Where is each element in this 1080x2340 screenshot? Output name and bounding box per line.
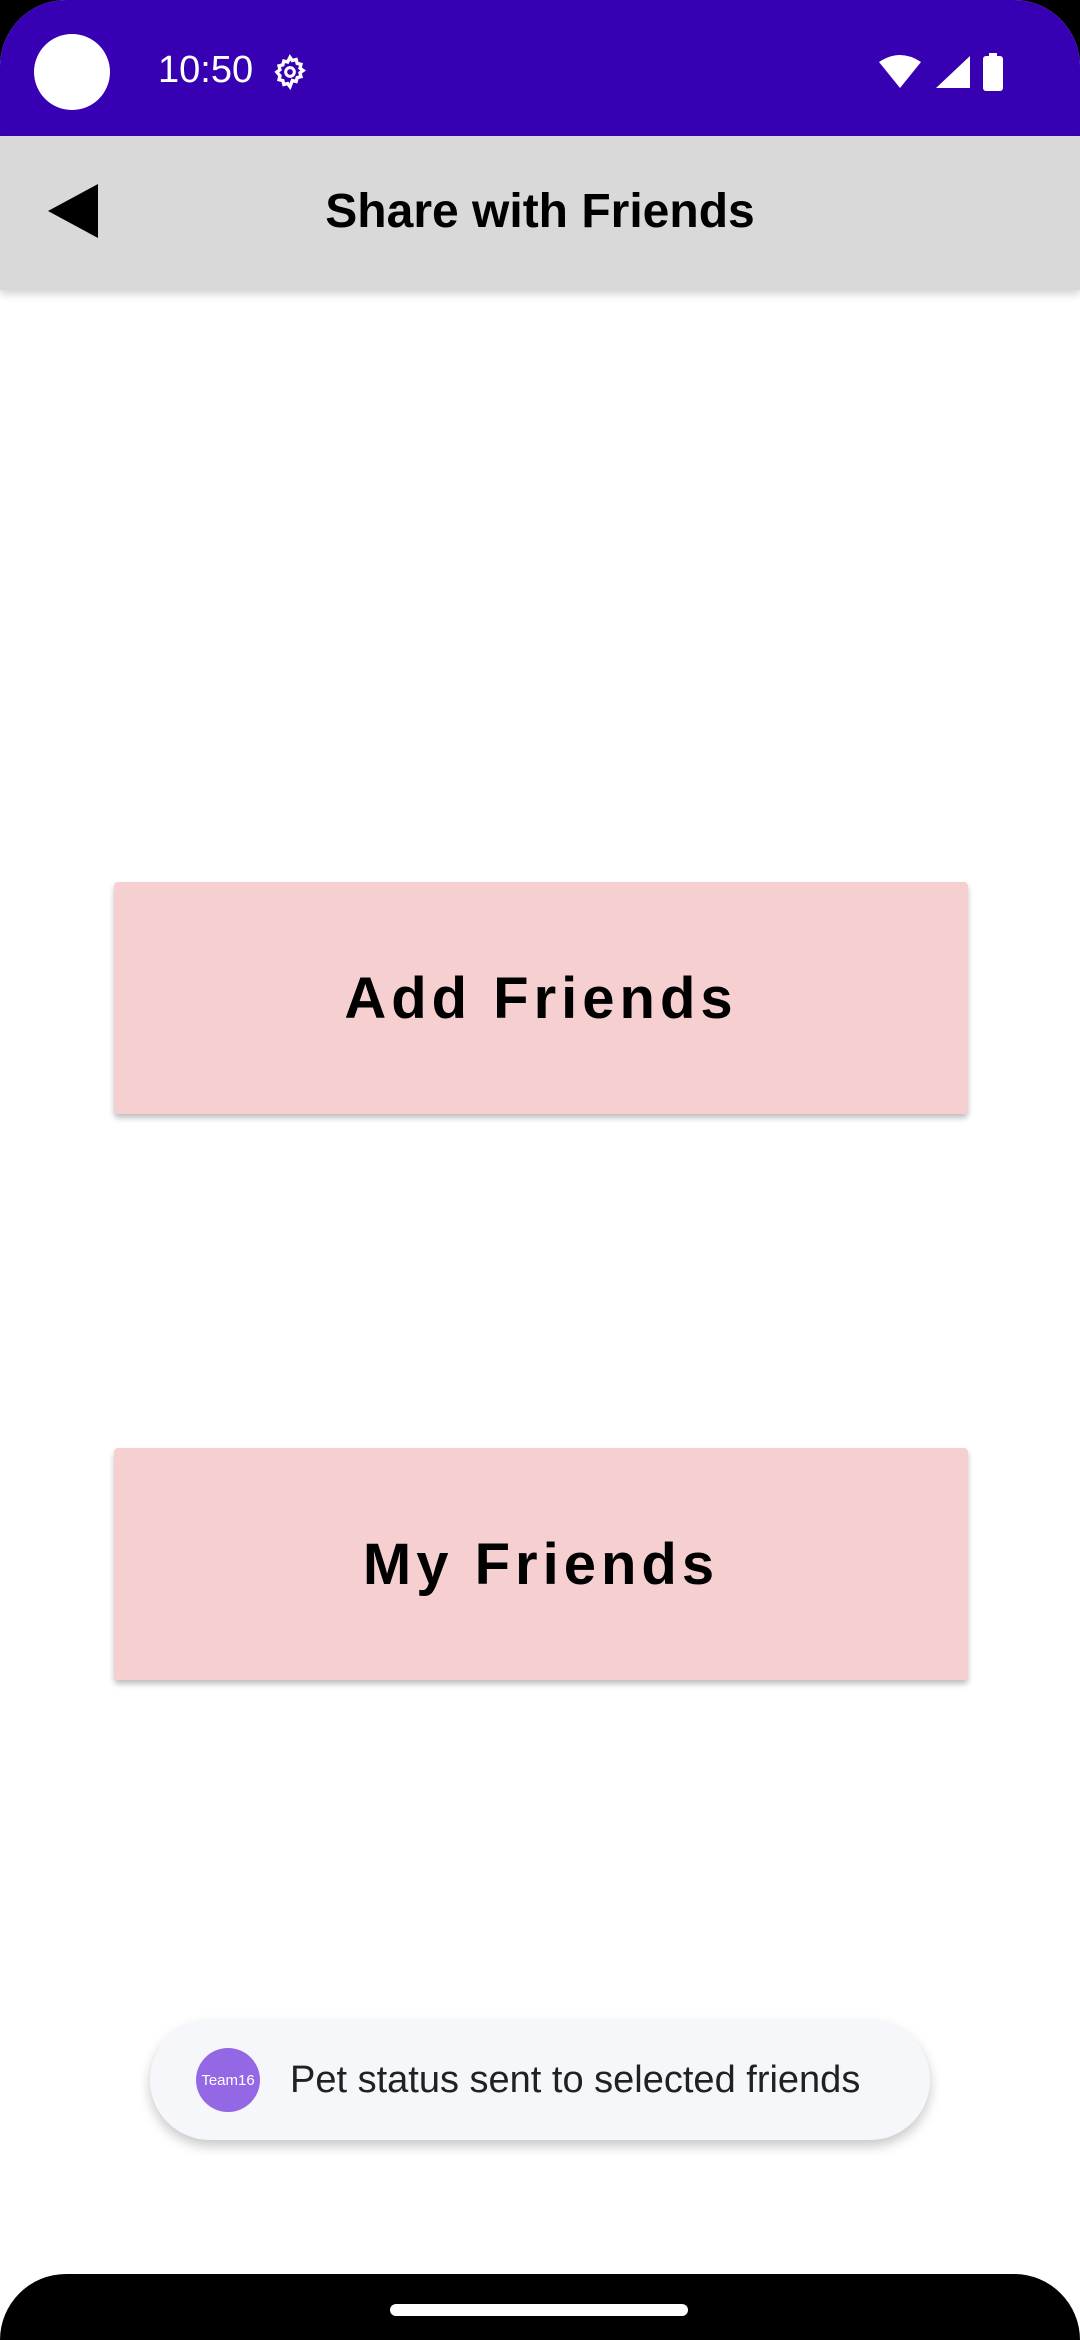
status-time: 10:50	[158, 49, 254, 91]
status-icons	[878, 52, 1004, 92]
wifi-icon	[879, 55, 921, 88]
app-bar: Share with Friends	[0, 136, 1080, 290]
toast-message: Pet status sent to selected friends	[290, 2058, 861, 2101]
home-gesture-handle[interactable]	[390, 2304, 688, 2316]
settings-gear-icon	[274, 54, 306, 91]
my-friends-button[interactable]: My Friends	[114, 1448, 968, 1680]
camera-cutout	[34, 34, 110, 110]
status-bar: 10:50	[0, 0, 1080, 136]
navigation-bar	[0, 2274, 1080, 2340]
app-avatar-icon: Team16	[196, 2048, 260, 2112]
page-title: Share with Friends	[325, 185, 755, 238]
add-friends-button[interactable]: Add Friends	[114, 882, 968, 1114]
toast-notification: Team16 Pet status sent to selected frien…	[150, 2020, 930, 2140]
app-screen: 10:50 Share with Friends Add Friends My …	[0, 0, 1080, 2340]
cellular-signal-icon	[936, 56, 970, 88]
battery-icon	[983, 53, 1003, 91]
